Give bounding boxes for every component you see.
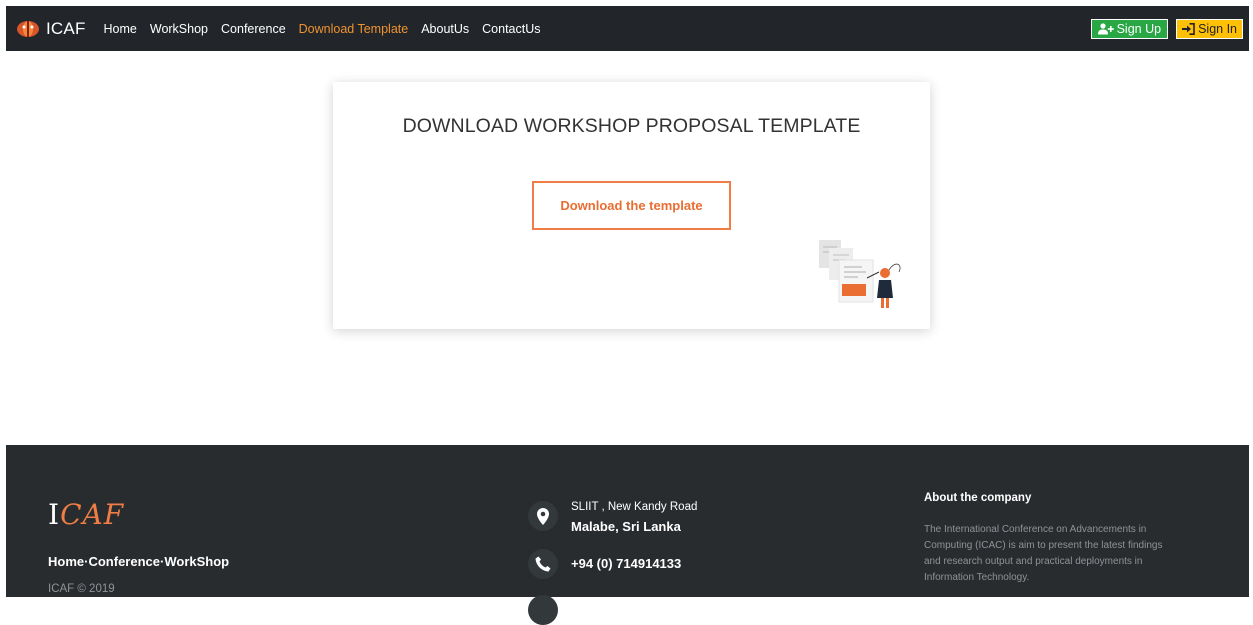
- about-title: About the company: [924, 492, 1032, 504]
- download-card: DOWNLOAD WORKSHOP PROPOSAL TEMPLATE Down…: [333, 82, 930, 329]
- phone-icon: [535, 556, 551, 572]
- sign-up-button[interactable]: Sign Up: [1090, 18, 1169, 39]
- download-template-button[interactable]: Download the template: [532, 181, 731, 230]
- nav-item-conference[interactable]: Conference: [221, 22, 286, 36]
- brand-name: ICAF: [46, 18, 86, 38]
- brand[interactable]: ICAF: [16, 19, 86, 39]
- address-line2: Malabe, Sri Lanka: [571, 519, 681, 534]
- address-line1: SLIIT , New Kandy Road: [571, 501, 698, 513]
- sign-in-label: Sign In: [1198, 21, 1237, 36]
- footer-copyright: ICAF © 2019: [48, 583, 115, 595]
- phone-circle: [528, 549, 558, 579]
- address-circle: [528, 501, 558, 531]
- footer-logo: ICAF: [48, 498, 125, 531]
- contact-circle-partial: [528, 595, 558, 625]
- page-title: DOWNLOAD WORKSHOP PROPOSAL TEMPLATE: [402, 115, 861, 137]
- navbar: ICAF Home WorkShop Conference Download T…: [6, 6, 1249, 51]
- presentation-illustration: [819, 240, 901, 308]
- footer: ICAF Home·Conference·WorkShop ICAF © 201…: [6, 445, 1249, 625]
- nav-item-aboutus[interactable]: AboutUs: [421, 22, 469, 36]
- phone-number: +94 (0) 714914133: [571, 556, 682, 571]
- nav-item-contactus[interactable]: ContactUs: [482, 22, 540, 36]
- sign-in-icon: [1182, 22, 1195, 35]
- nav-item-download-template[interactable]: Download Template: [299, 22, 409, 36]
- map-marker-icon: [537, 507, 549, 525]
- sign-in-button[interactable]: Sign In: [1176, 18, 1243, 39]
- sign-up-label: Sign Up: [1116, 21, 1162, 36]
- user-plus-icon: [1097, 22, 1114, 35]
- auth-buttons: Sign Up Sign In: [1090, 18, 1243, 39]
- footer-links: Home·Conference·WorkShop: [48, 554, 229, 569]
- footer-about: About the company The International Conf…: [924, 492, 1164, 586]
- footer-link-workshop[interactable]: WorkShop: [164, 554, 229, 569]
- nav-item-home[interactable]: Home: [104, 22, 137, 36]
- about-text: The International Conference on Advancem…: [924, 524, 1163, 583]
- nav-links: Home WorkShop Conference Download Templa…: [104, 22, 554, 36]
- footer-link-home[interactable]: Home: [48, 554, 84, 569]
- footer-link-conference[interactable]: Conference: [88, 554, 160, 569]
- nav-item-workshop[interactable]: WorkShop: [150, 22, 208, 36]
- icaf-logo-icon: [17, 20, 39, 37]
